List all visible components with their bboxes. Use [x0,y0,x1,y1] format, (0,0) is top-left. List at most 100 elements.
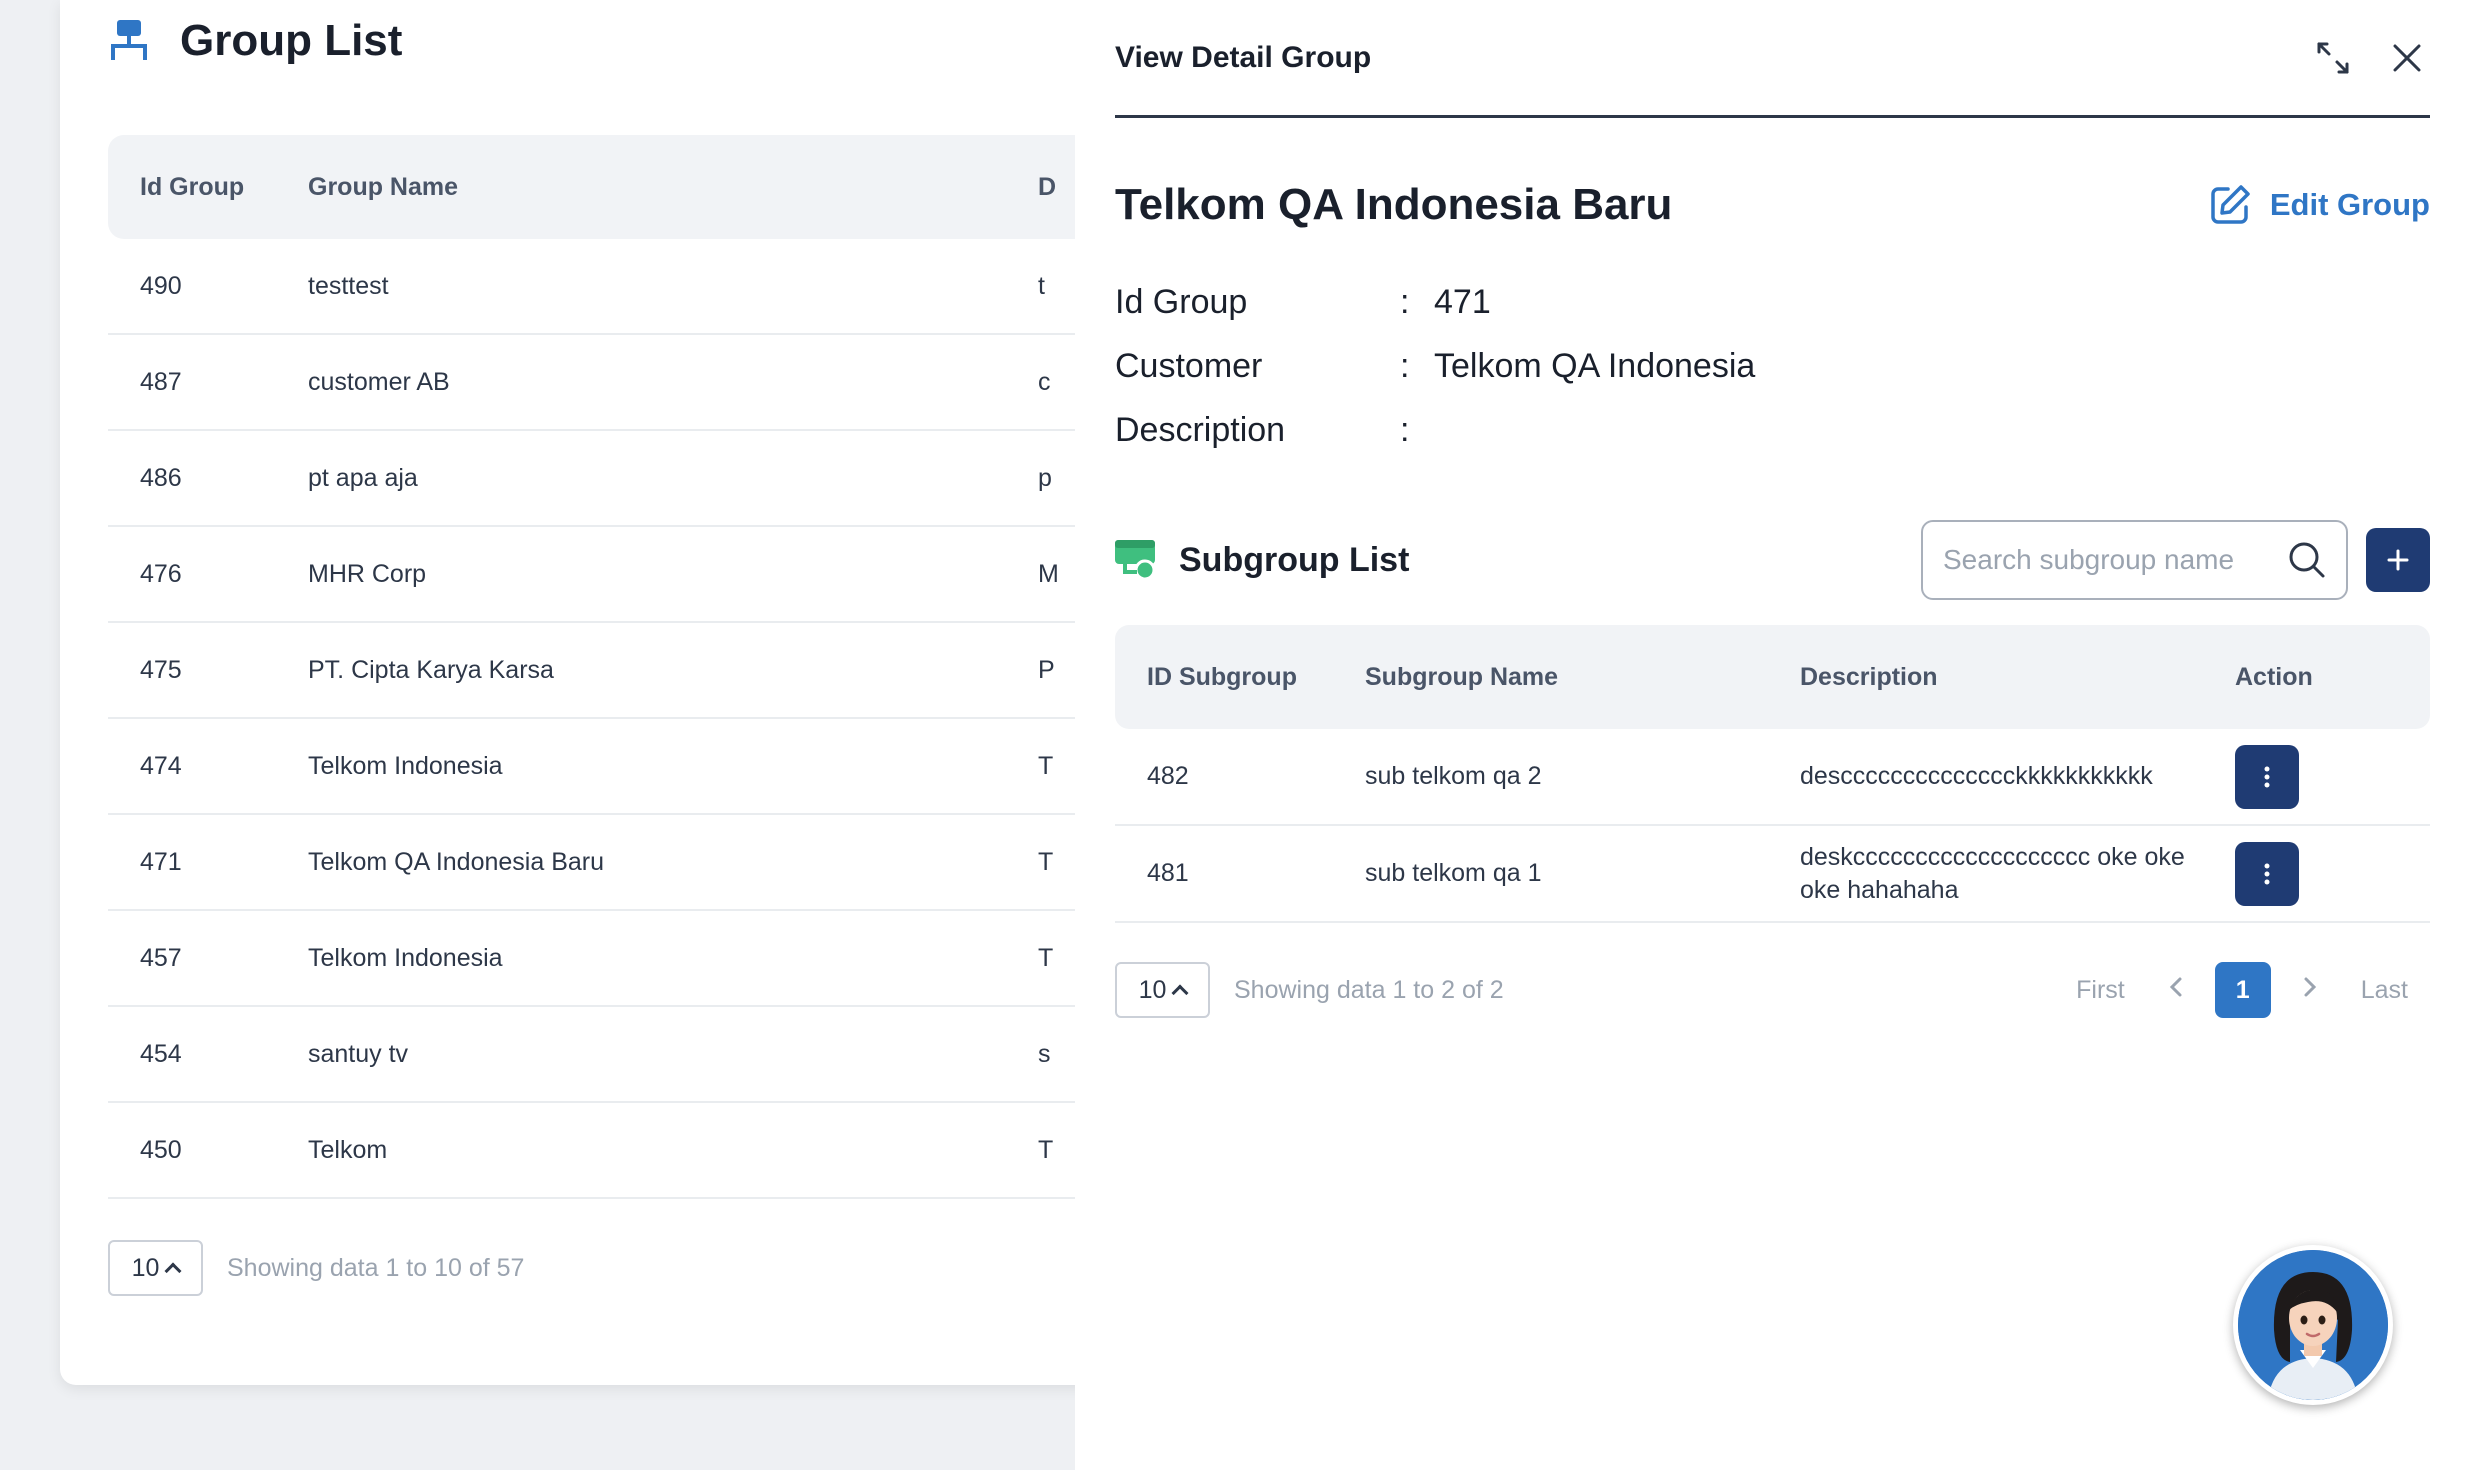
last-page-button[interactable]: Last [2361,976,2408,1005]
cell-name: pt apa aja [308,463,418,492]
cell-name: sub telkom qa 1 [1365,859,1542,887]
cell-name: Telkom [308,1135,388,1164]
row-action-button[interactable] [2235,841,2299,906]
cell-name: Telkom Indonesia [308,943,503,972]
chevron-right-icon [2304,977,2316,996]
cell-name: sub telkom qa 2 [1365,762,1542,790]
group-table-header: Id Group Group Name D [108,135,1160,239]
edit-group-label: Edit Group [2269,187,2430,222]
drawer-header-actions [2282,35,2430,81]
table-row[interactable]: 471 Telkom QA Indonesia Baru T [108,815,1160,911]
edit-icon [2211,185,2250,224]
table-row[interactable]: 454 santuy tv s [108,1007,1160,1103]
cell-id: 474 [140,751,182,780]
group-info: Id Group : 471 Customer : Telkom QA Indo… [1115,270,1755,462]
search-input[interactable] [1943,544,2263,576]
cell-name: Telkom Indonesia [308,751,503,780]
info-colon: : [1400,410,1410,449]
drawer-header: View Detail Group [1115,0,2430,118]
group-name: Telkom QA Indonesia Baru [1115,180,1673,229]
cell-id: 487 [140,367,182,396]
plus-icon [2387,549,2409,571]
close-icon[interactable] [2384,35,2430,81]
assistant-avatar-button[interactable] [2233,1245,2393,1405]
column-header-subgroup-name: Subgroup Name [1365,662,1559,691]
subgroup-footer-left: 10 Showing data 1 to 2 of 2 [1115,962,1504,1018]
prev-page-button[interactable] [2169,976,2183,1005]
cell-id: 486 [140,463,182,492]
cell-id: 471 [140,847,182,876]
add-subgroup-button[interactable] [2366,528,2430,592]
more-vertical-icon [2264,766,2270,787]
cell-id: 481 [1147,859,1189,887]
cell-name: Telkom QA Indonesia Baru [308,847,604,876]
page-size-select[interactable]: 10 [108,1240,203,1296]
table-row: 481 sub telkom qa 1 deskcccccccccccccccc… [1115,826,2430,923]
info-label: Id Group [1115,282,1248,321]
info-label: Description [1115,410,1286,449]
first-page-button[interactable]: First [2076,976,2125,1005]
next-page-button[interactable] [2303,976,2317,1005]
cell-name: customer AB [308,367,450,396]
search-box [1921,520,2348,600]
table-row[interactable]: 490 testtest t [108,239,1160,335]
group-list-header: Group List [108,16,402,66]
detail-drawer: View Detail Group Telkom QA Indonesia Ba… [1075,0,2472,1470]
subgroup-title-wrap: Subgroup List [1115,540,1409,580]
drawer-title: View Detail Group [1115,40,1372,74]
subgroup-header: Subgroup List [1115,520,2430,600]
table-row[interactable]: 487 customer AB c [108,335,1160,431]
pagination: First 1 Last [2054,962,2430,1018]
row-action-button[interactable] [2235,744,2299,809]
table-row[interactable]: 457 Telkom Indonesia T [108,911,1160,1007]
subgroup-table-footer: 10 Showing data 1 to 2 of 2 First 1 Last [1115,962,2430,1018]
column-header-group-name: Group Name [308,172,459,201]
cell-name: testtest [308,271,389,300]
cell-id: 482 [1147,762,1189,790]
info-value: 471 [1434,282,1491,321]
page-size-select[interactable]: 10 [1115,962,1210,1018]
table-row[interactable]: 475 PT. Cipta Karya Karsa P [108,623,1160,719]
column-header-id-group: Id Group [140,172,245,201]
group-table: Id Group Group Name D 490 testtest t 487… [108,135,1160,1199]
cell-id: 476 [140,559,182,588]
chevron-up-icon [164,1262,182,1280]
cell-id: 457 [140,943,182,972]
column-header-description: Description [1800,662,1938,691]
column-header-id-subgroup: ID Subgroup [1147,662,1297,691]
subgroup-table-header: ID Subgroup Subgroup Name Description Ac… [1115,625,2430,729]
cell-action [2235,744,2430,809]
search-icon[interactable] [2288,541,2326,579]
subgroup-table: ID Subgroup Subgroup Name Description Ac… [1115,625,2430,923]
chevron-up-icon [1171,984,1189,1002]
page-size-value: 10 [131,1253,160,1282]
assistant-avatar-icon [2238,1250,2388,1400]
cell-id: 475 [140,655,182,684]
page-button-current[interactable]: 1 [2214,962,2271,1018]
group-list-card: Group List Id Group Group Name D 490 tes… [60,0,1160,1385]
showing-info: Showing data 1 to 2 of 2 [1234,975,1504,1004]
cell-description: deskccccccccccccccccccc oke oke oke haha… [1800,842,2185,904]
cell-action [2235,841,2430,906]
info-value: Telkom QA Indonesia [1434,346,1756,385]
table-row[interactable]: 474 Telkom Indonesia T [108,719,1160,815]
subgroup-icon [1115,540,1156,580]
group-name-row: Telkom QA Indonesia Baru Edit Group [1115,180,2430,230]
cell-id: 450 [140,1135,182,1164]
page-size-value: 10 [1138,975,1167,1004]
subgroup-tools [1921,520,2430,600]
cell-id: 454 [140,1039,182,1068]
table-row[interactable]: 450 Telkom T [108,1103,1160,1199]
table-row[interactable]: 476 MHR Corp M [108,527,1160,623]
table-row[interactable]: 486 pt apa aja p [108,431,1160,527]
edit-group-button[interactable]: Edit Group [2208,183,2430,227]
table-row: 482 sub telkom qa 2 descccccccccccccckkk… [1115,729,2430,826]
info-colon: : [1400,282,1410,321]
group-hierarchy-icon [108,20,150,62]
subgroup-title: Subgroup List [1179,540,1410,579]
expand-icon[interactable] [2310,35,2356,81]
chevron-left-icon [2169,977,2182,996]
info-row-description: Description : [1115,398,1755,462]
page-title: Group List [180,16,403,65]
info-label: Customer [1115,346,1263,385]
